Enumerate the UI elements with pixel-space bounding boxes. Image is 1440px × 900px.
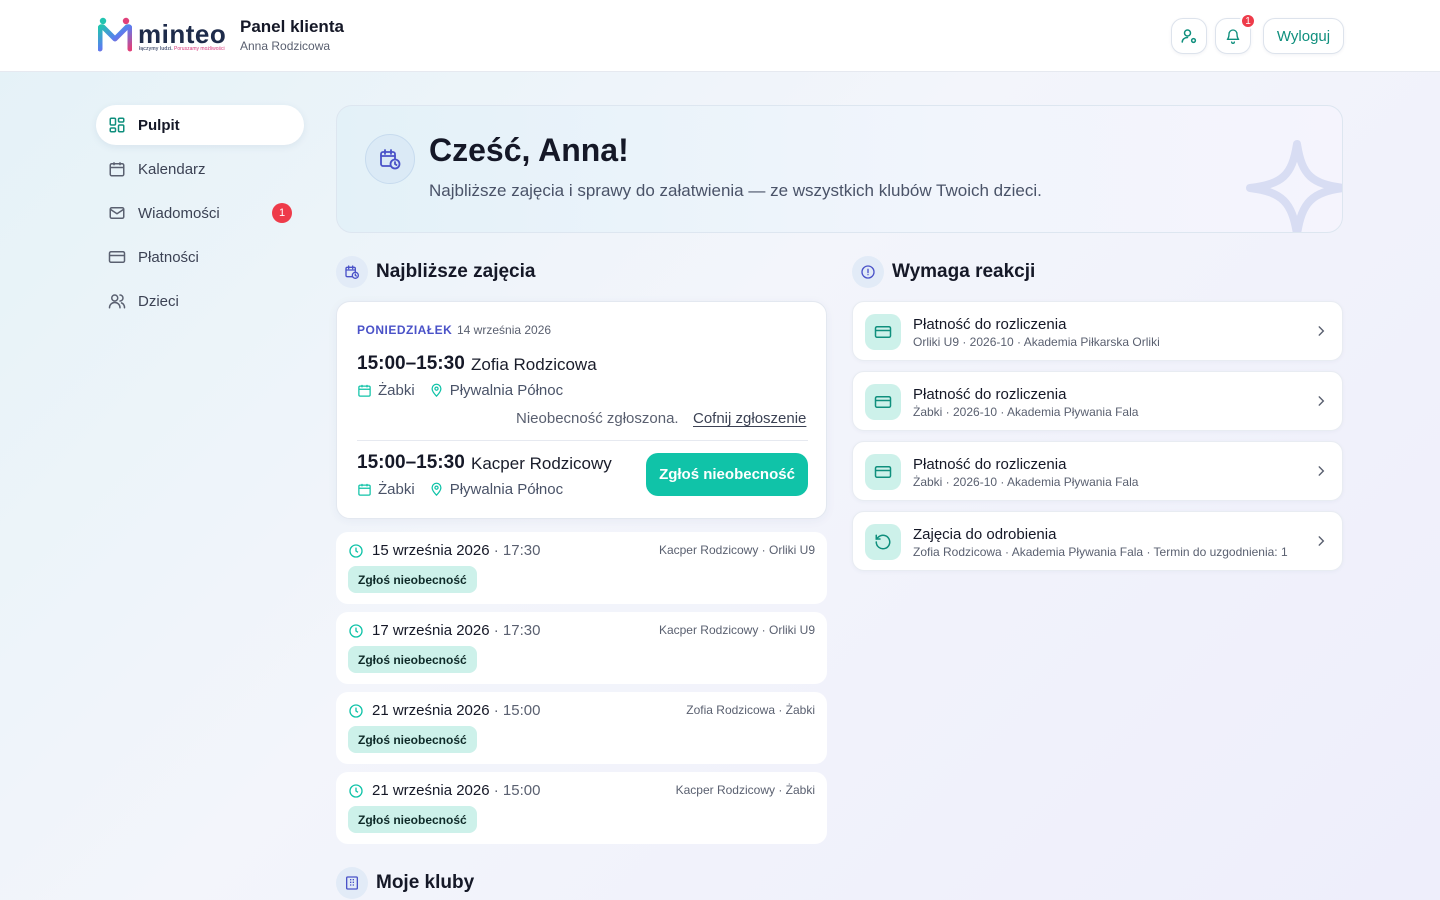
item-date: 21 września 2026 · 15:00 xyxy=(372,702,541,719)
map-pin-icon xyxy=(429,482,444,497)
clock-icon xyxy=(348,703,364,724)
sidebar-item-label: Płatności xyxy=(138,248,199,266)
session-location: Żabki Pływalnia Północ xyxy=(357,382,563,399)
messages-badge: 1 xyxy=(272,203,292,223)
action-subtitle: Żabki · 2026-10 · Akademia Pływania Fala xyxy=(913,475,1139,489)
item-info: Kacper Rodzicowy · Orliki U9 xyxy=(658,623,815,637)
item-info: Zofia Rodzicowa · Żabki xyxy=(686,703,815,717)
action-item[interactable]: Płatność do rozliczenia Żabki · 2026-10 … xyxy=(852,371,1343,431)
calendar-icon xyxy=(108,160,126,178)
list-item: 17 września 2026 · 17:30 Kacper Rodzicow… xyxy=(336,612,827,684)
item-info: Kacper Rodzicowy · Żabki xyxy=(675,783,815,797)
clock-icon xyxy=(348,783,364,804)
user-settings-icon xyxy=(1181,29,1197,44)
sidebar-item-payments[interactable]: Płatności xyxy=(96,237,304,277)
clubs-section-title: Moje kluby xyxy=(336,867,474,899)
users-icon xyxy=(108,292,126,310)
item-date: 15 września 2026 · 17:30 xyxy=(372,542,541,559)
sidebar-item-dashboard[interactable]: Pulpit xyxy=(96,105,304,145)
sidebar-item-children[interactable]: Dzieci xyxy=(96,281,304,321)
action-title: Zajęcia do odrobienia xyxy=(913,526,1057,543)
minteo-logo[interactable]: minteo łączymy ludzi. Poruszamy możliwoś… xyxy=(97,17,228,55)
building-icon xyxy=(336,867,368,899)
actions-section-title: Wymaga reakcji xyxy=(852,256,1035,288)
next-session-card: PONIEDZIAŁEK 14 września 2026 15:00–15:3… xyxy=(336,301,827,519)
session-child-name: Zofia Rodzicowa xyxy=(471,355,597,374)
session-location: Żabki Pływalnia Północ xyxy=(357,481,563,498)
sidebar-item-label: Pulpit xyxy=(138,116,180,134)
action-title: Płatność do rozliczenia xyxy=(913,456,1067,473)
sidebar-item-label: Kalendarz xyxy=(138,160,206,178)
list-item: 15 września 2026 · 17:30 Kacper Rodzicow… xyxy=(336,532,827,604)
action-title: Płatność do rozliczenia xyxy=(913,386,1067,403)
sparkle-icon xyxy=(1246,140,1342,232)
report-absence-button[interactable]: Zgłoś nieobecność xyxy=(348,806,477,833)
user-name: Anna Rodzicowa xyxy=(240,39,331,53)
credit-card-icon xyxy=(865,314,901,350)
notifications-badge: 1 xyxy=(1240,13,1256,29)
calendar-clock-icon xyxy=(336,256,368,288)
mail-icon xyxy=(108,204,126,222)
sidebar-item-label: Wiadomości xyxy=(138,204,220,222)
upcoming-section-title: Najbliższe zajęcia xyxy=(336,256,535,288)
sidebar-item-messages[interactable]: Wiadomości 1 xyxy=(96,193,304,233)
action-subtitle: Zofia Rodzicowa · Akademia Pływania Fala… xyxy=(913,545,1288,559)
session-date: 14 września 2026 xyxy=(457,323,552,337)
alert-circle-icon xyxy=(852,256,884,288)
undo-absence-link[interactable]: Cofnij zgłoszenie xyxy=(693,410,806,427)
list-item: 21 września 2026 · 15:00 Kacper Rodzicow… xyxy=(336,772,827,844)
greeting-subtitle: Najbliższe zajęcia i sprawy do załatwien… xyxy=(429,181,1042,200)
calendar-clock-icon xyxy=(365,134,415,184)
divider xyxy=(357,440,808,441)
report-absence-button[interactable]: Zgłoś nieobecność xyxy=(348,566,477,593)
action-item[interactable]: Płatność do rozliczenia Orliki U9 · 2026… xyxy=(852,301,1343,361)
credit-card-icon xyxy=(865,384,901,420)
calendar-icon xyxy=(357,482,372,497)
action-title: Płatność do rozliczenia xyxy=(913,316,1067,333)
bell-icon xyxy=(1226,29,1240,44)
item-info: Kacper Rodzicowy · Orliki U9 xyxy=(658,543,815,557)
panel-title: Panel klienta xyxy=(240,17,344,36)
session-day: PONIEDZIAŁEK xyxy=(357,323,453,337)
action-item[interactable]: Płatność do rozliczenia Żabki · 2026-10 … xyxy=(852,441,1343,501)
action-subtitle: Żabki · 2026-10 · Akademia Pływania Fala xyxy=(913,405,1139,419)
list-item: 21 września 2026 · 15:00 Zofia Rodzicowa… xyxy=(336,692,827,764)
profile-button[interactable] xyxy=(1171,18,1207,54)
clock-icon xyxy=(348,543,364,564)
session-time: 15:00–15:30 xyxy=(357,452,465,473)
welcome-banner: Cześć, Anna! Najbliższe zajęcia i sprawy… xyxy=(336,105,1343,233)
top-header: minteo łączymy ludzi. Poruszamy możliwoś… xyxy=(0,0,1440,72)
calendar-icon xyxy=(357,383,372,398)
absence-status: Nieobecność zgłoszona. xyxy=(516,410,679,427)
action-item[interactable]: Zajęcia do odrobienia Zofia Rodzicowa · … xyxy=(852,511,1343,571)
item-date: 21 września 2026 · 15:00 xyxy=(372,782,541,799)
logo-mark-icon xyxy=(97,17,133,52)
report-absence-button[interactable]: Zgłoś nieobecność xyxy=(348,646,477,673)
logout-button[interactable]: Wyloguj xyxy=(1263,18,1344,54)
dashboard-icon xyxy=(108,116,126,134)
chevron-right-icon xyxy=(1314,324,1328,343)
credit-card-icon xyxy=(865,454,901,490)
action-subtitle: Orliki U9 · 2026-10 · Akademia Piłkarska… xyxy=(913,335,1160,349)
logo-tagline: łączymy ludzi. Poruszamy możliwości xyxy=(139,46,225,52)
item-date: 17 września 2026 · 17:30 xyxy=(372,622,541,639)
clock-icon xyxy=(348,623,364,644)
greeting-title: Cześć, Anna! xyxy=(429,132,629,168)
credit-card-icon xyxy=(108,248,126,266)
chevron-right-icon xyxy=(1314,394,1328,413)
sidebar-item-label: Dzieci xyxy=(138,292,179,310)
chevron-right-icon xyxy=(1314,464,1328,483)
sidebar-item-calendar[interactable]: Kalendarz xyxy=(96,149,304,189)
report-absence-button[interactable]: Zgłoś nieobecność xyxy=(646,453,808,496)
session-child-name: Kacper Rodzicowy xyxy=(471,454,612,473)
report-absence-button[interactable]: Zgłoś nieobecność xyxy=(348,726,477,753)
session-time: 15:00–15:30 xyxy=(357,353,465,374)
chevron-right-icon xyxy=(1314,534,1328,553)
refresh-icon xyxy=(865,524,901,560)
map-pin-icon xyxy=(429,383,444,398)
